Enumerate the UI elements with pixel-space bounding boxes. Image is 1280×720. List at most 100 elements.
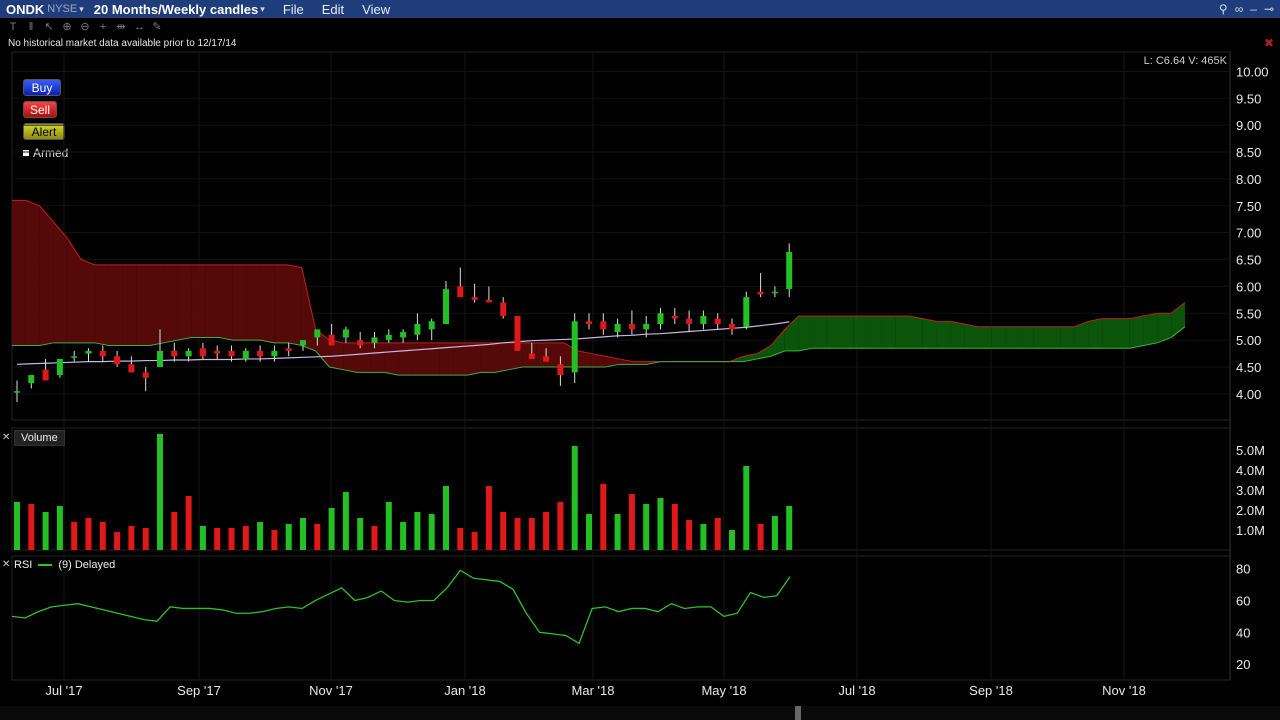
volume-tick-label: 2.0M (1236, 503, 1265, 518)
volume-bar (671, 504, 678, 550)
cloud-segment (840, 315, 854, 349)
cloud-segment (357, 342, 371, 373)
volume-bar (586, 514, 592, 550)
cloud-segment (1102, 318, 1116, 349)
volume-bar (700, 524, 707, 550)
volume-bar (342, 492, 349, 550)
price-tick-label: 10.00 (1236, 64, 1269, 79)
cloud-segment (122, 264, 137, 346)
x-tick-label: Jul '18 (838, 683, 875, 698)
cloud-segment (343, 342, 357, 373)
volume-bar (500, 512, 507, 550)
candle-body (471, 297, 478, 300)
candle-body (285, 348, 292, 351)
cloud-segment (922, 318, 937, 349)
cloud-segment (219, 264, 233, 341)
volume-bar (157, 434, 163, 550)
volume-bar (557, 502, 564, 550)
volume-bar (643, 504, 650, 550)
candle-body (99, 350, 106, 357)
volume-bar (543, 512, 550, 550)
cloud-segment (67, 238, 81, 343)
cloud-segment (950, 321, 965, 349)
volume-bar (357, 518, 364, 550)
candle-body (643, 324, 650, 330)
candle-body (700, 315, 707, 324)
volume-bar (471, 532, 478, 550)
volume-bar (614, 514, 621, 550)
cloud-segment (853, 315, 868, 349)
candle-body (485, 299, 492, 303)
candle-body (686, 318, 693, 324)
volume-bar (99, 522, 106, 550)
candle-body (142, 372, 149, 378)
candle-body (557, 364, 564, 376)
volume-bar (371, 526, 378, 550)
cloud-segment (150, 264, 164, 346)
x-tick-label: Nov '18 (1102, 683, 1146, 698)
candle-body (457, 286, 464, 298)
navigator-strip (0, 706, 1280, 720)
x-tick-label: Mar '18 (572, 683, 615, 698)
volume-pane-label[interactable]: Volume (14, 430, 65, 446)
volume-close-icon[interactable]: ✕ (2, 432, 10, 443)
cloud-segment (467, 342, 482, 376)
rsi-line (11, 569, 791, 645)
cloud-segment (205, 264, 219, 338)
price-tick-label: 4.50 (1236, 360, 1261, 375)
volume-bar (686, 520, 693, 550)
rsi-close-icon[interactable]: ✕ (2, 559, 10, 570)
cloud-segment (964, 324, 978, 349)
price-tick-label: 8.00 (1236, 172, 1261, 187)
rsi-tick-label: 20 (1236, 657, 1250, 672)
candle-body (114, 356, 121, 365)
volume-bar (28, 504, 35, 550)
cloud-segment (1005, 326, 1020, 349)
volume-bar (285, 524, 292, 550)
cloud-segment (798, 315, 813, 351)
cloud-segment (881, 315, 896, 349)
cloud-segment (1047, 326, 1061, 349)
cloud-segment (978, 326, 992, 349)
volume-bar (628, 494, 635, 550)
cloud-segment (136, 264, 150, 346)
volume-bar (414, 512, 421, 550)
rsi-pane-label[interactable]: RSI (9) Delayed (14, 559, 115, 571)
rsi-tick-label: 60 (1236, 594, 1250, 609)
cloud-segment (274, 264, 288, 343)
x-tick-label: Nov '17 (309, 683, 353, 698)
cloud-segment (232, 264, 247, 341)
candle-body (271, 350, 278, 357)
cloud-segment (1074, 321, 1089, 349)
volume-bar (300, 518, 306, 550)
volume-bar (757, 524, 764, 550)
volume-bar (314, 524, 321, 550)
volume-bar (714, 518, 721, 550)
cloud-segment (398, 342, 413, 376)
volume-bar (771, 516, 778, 550)
volume-bar (428, 514, 435, 550)
price-tick-label: 9.50 (1236, 91, 1261, 106)
candle-body (786, 251, 793, 290)
cloud-segment (39, 205, 54, 346)
chart-canvas[interactable]: Jul '17 Sep '17 Nov '17 Jan '18 Mar '18 May '… (0, 0, 1280, 720)
candle-body (714, 318, 721, 324)
cloud-segment (177, 264, 192, 341)
candle-body (443, 289, 449, 324)
candle-body (157, 350, 163, 367)
candle-body (657, 313, 664, 324)
candle-body (571, 321, 578, 373)
cloud-segment (936, 321, 951, 349)
cloud-segment (163, 264, 178, 343)
rsi-legend-line (38, 564, 53, 566)
cloud-segment (94, 264, 109, 346)
volume-bar (242, 526, 249, 550)
candle-body (199, 348, 206, 357)
price-tick-label: 5.00 (1236, 333, 1261, 348)
cloud-segment (867, 315, 882, 349)
cloud-segment (481, 342, 495, 373)
cloud-segment (1129, 315, 1144, 349)
pane-frame (11, 555, 1231, 681)
candle-body (71, 356, 78, 358)
volume-bar (271, 530, 278, 550)
